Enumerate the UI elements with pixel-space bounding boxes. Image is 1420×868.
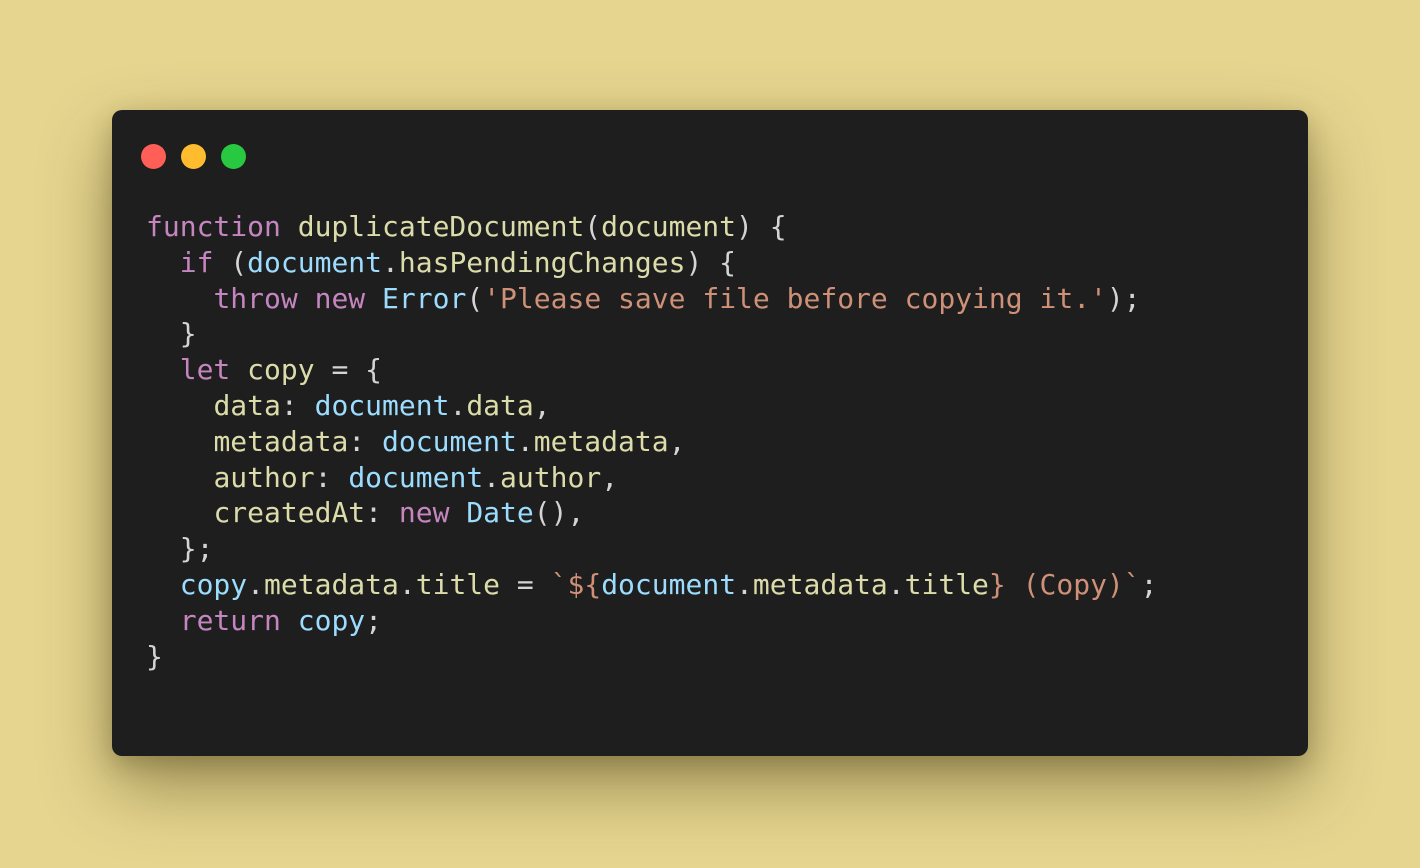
code-line: throw new Error('Please save file before… xyxy=(146,281,1158,317)
code-token-variable: document xyxy=(601,567,737,601)
code-line: copy.metadata.title = `${document.metada… xyxy=(146,567,1158,603)
minimize-window-button[interactable] xyxy=(181,144,206,169)
code-token-punct: . xyxy=(736,567,753,601)
code-token-punct: : xyxy=(314,460,349,494)
code-line: function duplicateDocument(document) { xyxy=(146,209,1158,245)
code-token-punct: : xyxy=(348,424,383,458)
code-token-punct: . xyxy=(483,460,501,494)
code-token-keyword: new xyxy=(314,281,366,315)
code-token-property: data xyxy=(213,388,281,422)
code-token-property: createdAt xyxy=(213,496,366,530)
code-token-punct: . xyxy=(398,567,416,601)
code-token-property: author xyxy=(213,460,315,494)
code-token-class: Date xyxy=(466,496,534,530)
code-token-property: title xyxy=(415,567,501,601)
code-token-keyword: let xyxy=(179,353,231,387)
code-token-punct: ( xyxy=(584,210,602,243)
code-line: if (document.hasPendingChanges) { xyxy=(146,245,1158,281)
code-token-property: data xyxy=(466,388,534,422)
code-token-punct: ; xyxy=(365,603,383,637)
code-token-param: copy xyxy=(247,353,315,387)
code-token-punct: = { xyxy=(314,353,383,387)
code-token-variable: copy xyxy=(179,567,248,601)
code-token-variable: document xyxy=(382,424,517,458)
code-token-variable: document xyxy=(314,388,450,422)
code-line: let copy = { xyxy=(146,352,1158,388)
code-token-keyword: function xyxy=(146,210,281,243)
code-line: createdAt: new Date(), xyxy=(146,495,1158,531)
code-token-punct: . xyxy=(887,567,905,601)
code-line: }; xyxy=(146,531,1158,567)
code-token-punct: ); xyxy=(1106,281,1141,315)
code-token-punct: ) { xyxy=(685,245,737,279)
code-token-punct: ; xyxy=(1140,567,1158,601)
code-token-punct: , xyxy=(668,424,686,458)
code-token-class: Error xyxy=(382,281,467,315)
code-token-punct: ( xyxy=(466,281,484,315)
code-token-keyword: if xyxy=(179,245,214,279)
code-token-punct: (), xyxy=(533,496,585,530)
code-token-punct: , xyxy=(533,388,551,422)
window-titlebar xyxy=(112,110,1308,200)
code-line: } xyxy=(146,316,1158,352)
code-line: metadata: document.metadata, xyxy=(146,424,1158,460)
code-token-string: 'Please save file before copying it.' xyxy=(483,281,1107,315)
code-token-keyword: new xyxy=(398,496,450,530)
code-token-property: metadata xyxy=(264,567,399,601)
code-line: author: document.author, xyxy=(146,460,1158,496)
code-token-punct: , xyxy=(601,460,619,494)
close-window-button[interactable] xyxy=(141,144,166,169)
zoom-window-button[interactable] xyxy=(221,144,246,169)
code-token-property: author xyxy=(500,460,602,494)
code-token-punct: } xyxy=(146,639,163,673)
code-token-keyword: throw xyxy=(213,281,298,315)
code-token-punct: . xyxy=(247,567,265,601)
code-token-property: metadata xyxy=(213,424,349,458)
code-token-variable: copy xyxy=(297,603,366,637)
code-token-punct: = xyxy=(500,567,551,601)
code-token-property: metadata xyxy=(752,567,888,601)
code-line: } xyxy=(146,639,1158,675)
code-token-punct: } xyxy=(146,317,197,351)
code-block[interactable]: function duplicateDocument(document) { i… xyxy=(146,209,1158,674)
code-token-punct: . xyxy=(449,388,467,422)
code-window: function duplicateDocument(document) { i… xyxy=(112,110,1308,756)
code-token-punct: : xyxy=(365,496,399,530)
code-token-keyword: return xyxy=(179,603,281,637)
code-token-punct: . xyxy=(382,245,399,279)
code-token-property: title xyxy=(904,567,989,601)
code-token-property: metadata xyxy=(533,424,669,458)
code-token-variable: document xyxy=(247,245,383,279)
code-token-punct: ( xyxy=(213,245,248,279)
code-token-string: `${ xyxy=(550,567,602,601)
code-token-variable: document xyxy=(348,460,484,494)
code-token-property: hasPendingChanges xyxy=(398,245,686,279)
code-token-punct: : xyxy=(280,388,315,422)
code-line: return copy; xyxy=(146,603,1158,639)
code-token-function: duplicateDocument xyxy=(297,210,585,243)
code-token-param: document xyxy=(601,210,737,243)
code-token-string: } (Copy)` xyxy=(988,567,1141,601)
code-token-punct: }; xyxy=(146,532,214,566)
code-token-punct: ) { xyxy=(736,210,787,243)
code-token-punct: . xyxy=(516,424,534,458)
code-line: data: document.data, xyxy=(146,388,1158,424)
